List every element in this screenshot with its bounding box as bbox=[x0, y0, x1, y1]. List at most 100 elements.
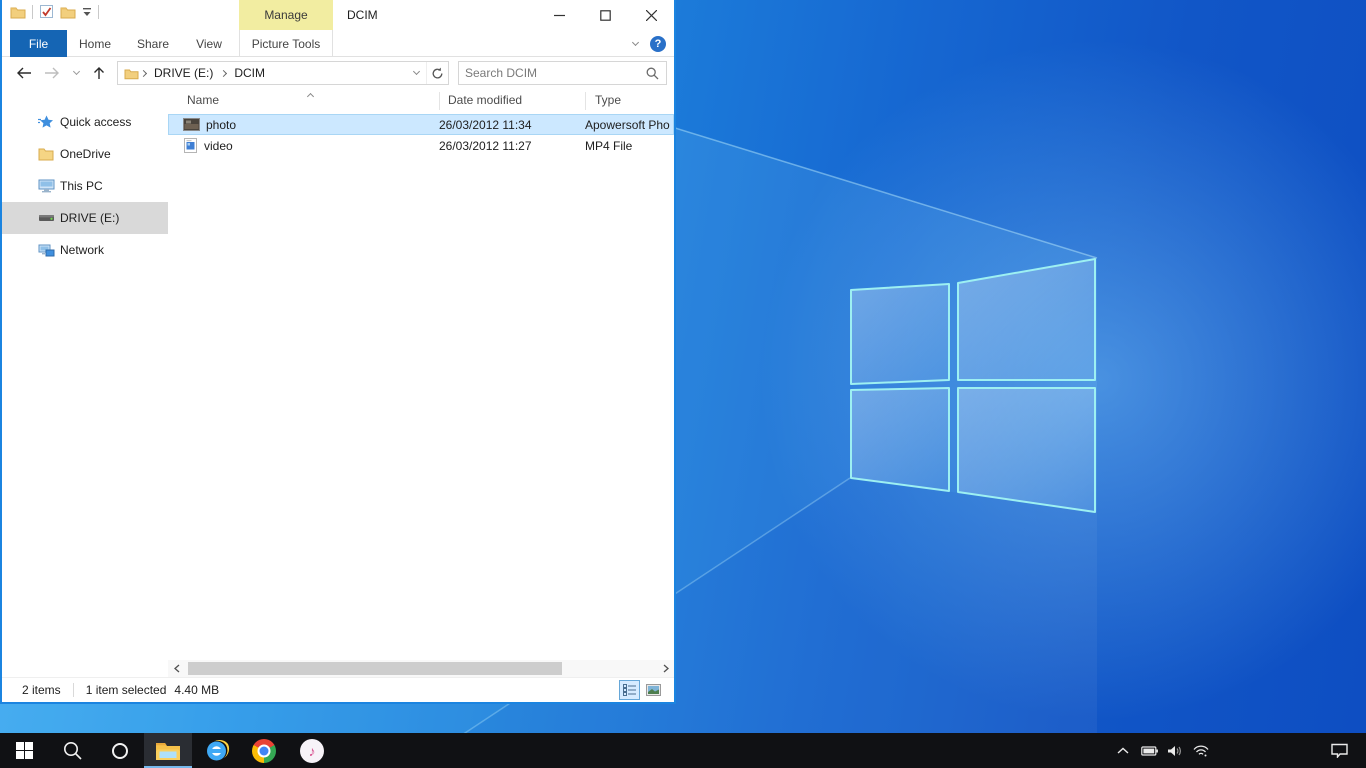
file-row-video[interactable]: video 26/03/2012 11:27 MP4 File bbox=[168, 135, 674, 156]
address-dropdown-icon[interactable] bbox=[406, 72, 426, 74]
scrollbar-track[interactable] bbox=[185, 660, 657, 677]
breadcrumb-dcim[interactable]: DCIM bbox=[228, 66, 271, 80]
photo-thumbnail-icon bbox=[183, 118, 200, 131]
sidebar-item-label: Quick access bbox=[60, 115, 131, 129]
tab-view[interactable]: View bbox=[184, 30, 234, 57]
sidebar-item-quick-access[interactable]: Quick access bbox=[2, 106, 168, 138]
file-name: photo bbox=[206, 118, 236, 132]
file-row-photo[interactable]: photo 26/03/2012 11:34 Apowersoft Pho bbox=[168, 114, 674, 135]
status-bar: 2 items 1 item selected 4.40 MB bbox=[2, 677, 674, 702]
refresh-icon[interactable] bbox=[426, 62, 448, 84]
status-separator bbox=[73, 683, 74, 697]
volume-icon[interactable] bbox=[1162, 745, 1188, 757]
properties-icon[interactable] bbox=[39, 4, 54, 19]
cortana-icon bbox=[111, 742, 129, 760]
tab-share[interactable]: Share bbox=[128, 30, 178, 57]
this-pc-monitor-icon bbox=[38, 179, 55, 193]
start-button[interactable] bbox=[0, 733, 48, 768]
chrome-icon bbox=[252, 739, 276, 763]
column-header-name[interactable]: Name bbox=[187, 93, 219, 107]
taskbar: ♪ bbox=[0, 733, 1366, 768]
quick-access-toolbar bbox=[10, 4, 99, 19]
column-resize-handle[interactable] bbox=[439, 92, 440, 110]
scroll-left-icon[interactable] bbox=[168, 660, 185, 677]
sidebar-item-network[interactable]: Network bbox=[2, 234, 168, 266]
action-center-icon[interactable] bbox=[1326, 743, 1352, 758]
up-icon[interactable] bbox=[93, 66, 105, 80]
details-view-button[interactable] bbox=[619, 680, 640, 700]
help-icon[interactable]: ? bbox=[650, 36, 666, 52]
large-icons-view-button[interactable] bbox=[643, 680, 664, 700]
screen: Manage DCIM File Home Share View Picture… bbox=[0, 0, 1366, 768]
main-area: Quick access OneDrive This PC bbox=[2, 88, 674, 677]
new-folder-icon[interactable] bbox=[60, 5, 76, 19]
video-file-icon bbox=[183, 138, 198, 153]
sidebar-item-label: Network bbox=[60, 243, 104, 257]
search-input[interactable] bbox=[459, 66, 646, 80]
contextual-tab-group-manage[interactable]: Manage bbox=[239, 0, 333, 30]
file-explorer-taskbar-button[interactable] bbox=[144, 733, 192, 768]
navigation-bar: DRIVE (E:) DCIM bbox=[2, 57, 674, 88]
sidebar-item-label: This PC bbox=[60, 179, 103, 193]
ribbon-tab-row: File Home Share View Picture Tools ? bbox=[2, 30, 674, 57]
chrome-taskbar-button[interactable] bbox=[240, 733, 288, 768]
column-header-type[interactable]: Type bbox=[595, 93, 621, 107]
items-count: 2 items bbox=[22, 683, 61, 697]
file-list-area: Name Date modified Type photo bbox=[168, 88, 674, 677]
column-resize-handle[interactable] bbox=[585, 92, 586, 110]
onedrive-folder-icon bbox=[38, 147, 54, 161]
window-controls bbox=[536, 0, 674, 30]
folder-icon[interactable] bbox=[10, 5, 26, 19]
recent-locations-icon[interactable] bbox=[73, 67, 80, 74]
title-bar: Manage DCIM bbox=[2, 0, 674, 30]
cortana-button[interactable] bbox=[96, 733, 144, 768]
tab-file[interactable]: File bbox=[10, 30, 67, 57]
itunes-taskbar-button[interactable]: ♪ bbox=[288, 733, 336, 768]
file-date-modified: 26/03/2012 11:34 bbox=[439, 118, 585, 132]
address-folder-icon bbox=[124, 67, 139, 80]
address-bar[interactable]: DRIVE (E:) DCIM bbox=[117, 61, 449, 85]
sidebar-item-label: OneDrive bbox=[60, 147, 111, 161]
breadcrumb-separator-icon bbox=[220, 69, 227, 76]
tab-home[interactable]: Home bbox=[70, 30, 120, 57]
back-icon[interactable] bbox=[16, 67, 32, 79]
navigation-pane: Quick access OneDrive This PC bbox=[2, 88, 168, 677]
sidebar-item-drive-e[interactable]: DRIVE (E:) bbox=[2, 202, 168, 234]
internet-explorer-taskbar-button[interactable] bbox=[192, 733, 240, 768]
qat-separator bbox=[32, 5, 33, 19]
maximize-button[interactable] bbox=[582, 0, 628, 30]
column-header-date-modified[interactable]: Date modified bbox=[448, 93, 522, 107]
taskbar-search-button[interactable] bbox=[48, 733, 96, 768]
scrollbar-thumb[interactable] bbox=[188, 662, 562, 675]
expand-ribbon-icon[interactable] bbox=[632, 38, 639, 45]
network-icon bbox=[38, 243, 55, 257]
minimize-button[interactable] bbox=[536, 0, 582, 30]
forward-icon[interactable] bbox=[44, 67, 60, 79]
sidebar-item-label: DRIVE (E:) bbox=[60, 211, 119, 225]
itunes-icon: ♪ bbox=[300, 739, 324, 763]
breadcrumb-drive[interactable]: DRIVE (E:) bbox=[148, 66, 219, 80]
file-type: MP4 File bbox=[585, 139, 674, 153]
sidebar-item-onedrive[interactable]: OneDrive bbox=[2, 138, 168, 170]
system-tray bbox=[1110, 733, 1366, 768]
quick-access-star-icon bbox=[38, 115, 54, 130]
tab-picture-tools[interactable]: Picture Tools bbox=[239, 30, 333, 57]
drive-icon bbox=[38, 214, 55, 222]
customize-qat-icon[interactable] bbox=[82, 7, 92, 17]
close-button[interactable] bbox=[628, 0, 674, 30]
window-title: DCIM bbox=[347, 0, 378, 30]
wifi-icon[interactable] bbox=[1188, 745, 1214, 757]
sidebar-item-this-pc[interactable]: This PC bbox=[2, 170, 168, 202]
scroll-right-icon[interactable] bbox=[657, 660, 674, 677]
search-icon[interactable] bbox=[646, 67, 659, 80]
battery-icon[interactable] bbox=[1136, 746, 1162, 756]
column-headers: Name Date modified Type bbox=[168, 88, 674, 114]
windows-start-icon bbox=[16, 742, 33, 759]
horizontal-scrollbar[interactable] bbox=[168, 660, 674, 677]
selection-count: 1 item selected bbox=[86, 683, 167, 697]
search-box bbox=[458, 61, 667, 85]
file-explorer-icon bbox=[155, 740, 181, 761]
file-date-modified: 26/03/2012 11:27 bbox=[439, 139, 585, 153]
hidden-icons-chevron-icon[interactable] bbox=[1110, 747, 1136, 754]
file-type: Apowersoft Pho bbox=[585, 118, 674, 132]
